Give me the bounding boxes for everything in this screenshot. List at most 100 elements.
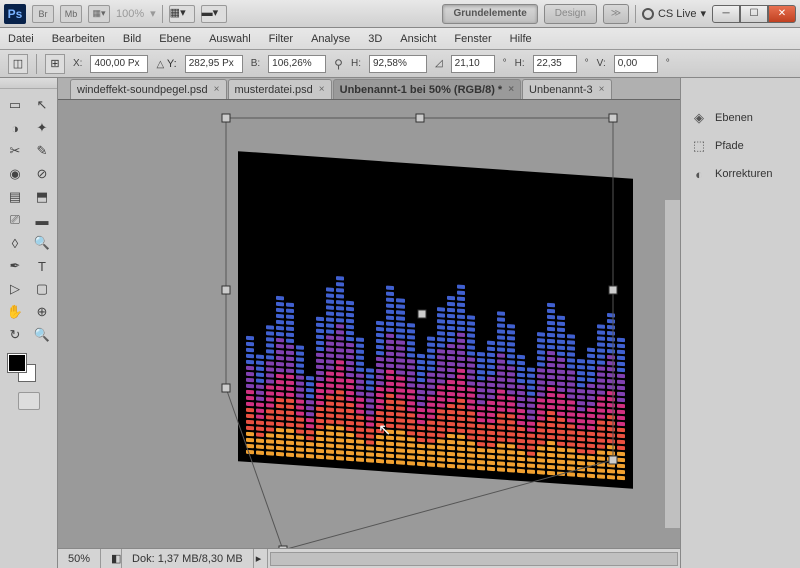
panel-icon: ◐	[691, 166, 707, 182]
status-arrow[interactable]: ▸	[254, 549, 268, 568]
tool-4[interactable]: ✂	[2, 140, 28, 162]
doc-tab-0[interactable]: windeffekt-soundpegel.psd×	[70, 79, 227, 99]
workspace-design[interactable]: Design	[544, 4, 597, 24]
v-label: V:	[597, 58, 606, 69]
panel-icon: ⬚	[691, 138, 707, 154]
horizontal-scrollbar[interactable]	[270, 552, 678, 566]
close-button[interactable]: ✕	[768, 5, 796, 23]
menu-bild[interactable]: Bild	[123, 33, 141, 45]
canvas-image	[238, 151, 633, 489]
menu-ansicht[interactable]: Ansicht	[400, 33, 436, 45]
menu-datei[interactable]: Datei	[8, 33, 34, 45]
tool-3[interactable]: ✦	[29, 117, 55, 139]
v-skew-field[interactable]: 0,00	[614, 55, 658, 73]
h-skew-field[interactable]: 22,35	[533, 55, 577, 73]
y-label: △ Y:	[156, 58, 176, 70]
menu-analyse[interactable]: Analyse	[311, 33, 350, 45]
menu-bearbeiten[interactable]: Bearbeiten	[52, 33, 105, 45]
close-tab-icon[interactable]: ×	[214, 84, 220, 95]
statusbar: 50% ◧ Dok: 1,37 MB/8,30 MB ▸	[58, 548, 680, 568]
maximize-button[interactable]: ☐	[740, 5, 768, 23]
tool-20[interactable]: ↻	[2, 324, 28, 346]
tool-8[interactable]: ▤	[2, 186, 28, 208]
x-field[interactable]: 400,00 Px	[90, 55, 148, 73]
reference-point-icon[interactable]: ⊞	[45, 54, 65, 74]
tool-0[interactable]: ▭	[2, 94, 28, 116]
angle-icon: ◿	[435, 58, 443, 69]
screenmode-button[interactable]: ▬▾	[201, 5, 227, 23]
menu-hilfe[interactable]: Hilfe	[510, 33, 532, 45]
document-area: windeffekt-soundpegel.psd×musterdatei.ps…	[58, 78, 680, 568]
tool-15[interactable]: T	[29, 255, 55, 277]
menu-filter[interactable]: Filter	[269, 33, 293, 45]
transform-tool-icon[interactable]: ◫	[8, 54, 28, 74]
tool-10[interactable]: ⎚	[2, 209, 28, 231]
panel-label: Korrekturen	[715, 168, 772, 180]
tool-1[interactable]: ↖	[29, 94, 55, 116]
tool-13[interactable]: 🔍	[29, 232, 55, 254]
color-swatches[interactable]	[2, 352, 55, 388]
minimize-button[interactable]: ─	[712, 5, 740, 23]
tool-16[interactable]: ▷	[2, 278, 28, 300]
status-icon[interactable]: ◧	[101, 549, 122, 568]
zoom-percent[interactable]: 100%	[116, 8, 144, 20]
right-panels: ◈ Ebenen ⬚ Pfade ◐ Korrekturen	[680, 78, 800, 568]
doc-tab-3[interactable]: Unbenannt-3×	[522, 79, 611, 99]
tool-18[interactable]: ✋	[2, 301, 28, 323]
titlebar: Ps Br Mb ▦▾ 100% ▾ ▦▾ ▬▾ Grundelemente D…	[0, 0, 800, 28]
app-logo[interactable]: Ps	[4, 4, 26, 24]
tool-5[interactable]: ✎	[29, 140, 55, 162]
y-field[interactable]: 282,95 Px	[185, 55, 243, 73]
w-label: B:	[251, 58, 260, 69]
view-extras-button[interactable]: ▦▾	[88, 5, 110, 23]
vertical-scrollbar[interactable]	[664, 200, 680, 528]
quickmask-button[interactable]	[18, 392, 40, 410]
h2-label: H:	[515, 58, 525, 69]
tool-6[interactable]: ◉	[2, 163, 28, 185]
panel-label: Ebenen	[715, 112, 753, 124]
menu-fenster[interactable]: Fenster	[454, 33, 491, 45]
tool-11[interactable]: ▬	[29, 209, 55, 231]
doc-tab-1[interactable]: musterdatei.psd×	[228, 79, 332, 99]
arrange-button[interactable]: ▦▾	[169, 5, 195, 23]
doc-tab-2[interactable]: Unbenannt-1 bei 50% (RGB/8) *×	[333, 79, 521, 99]
link-icon[interactable]: ⚲	[334, 57, 343, 71]
panel-icon: ◈	[691, 110, 707, 126]
angle-field[interactable]: 21,10	[451, 55, 495, 73]
close-tab-icon[interactable]: ×	[599, 84, 605, 95]
panel-label: Pfade	[715, 140, 744, 152]
tool-14[interactable]: ✒	[2, 255, 28, 277]
cursor-icon: ↖	[378, 420, 391, 440]
menu-ebene[interactable]: Ebene	[159, 33, 191, 45]
h-field[interactable]: 92,58%	[369, 55, 427, 73]
panel-pfade[interactable]: ⬚ Pfade	[681, 132, 800, 160]
foreground-color[interactable]	[8, 354, 26, 372]
menu-auswahl[interactable]: Auswahl	[209, 33, 251, 45]
document-tabs: windeffekt-soundpegel.psd×musterdatei.ps…	[58, 78, 680, 100]
tool-19[interactable]: ⊕	[29, 301, 55, 323]
tool-7[interactable]: ⊘	[29, 163, 55, 185]
x-label: X:	[73, 58, 82, 69]
tool-panel: ▭↖◑✦✂✎◉⊘▤⬒⎚▬◊🔍✒T▷▢✋⊕↻🔍	[0, 78, 58, 568]
status-docsize[interactable]: Dok: 1,37 MB/8,30 MB	[122, 549, 254, 568]
panel-ebenen[interactable]: ◈ Ebenen	[681, 104, 800, 132]
canvas[interactable]: ↖	[58, 100, 680, 548]
close-tab-icon[interactable]: ×	[508, 84, 514, 95]
status-zoom[interactable]: 50%	[58, 549, 101, 568]
tool-12[interactable]: ◊	[2, 232, 28, 254]
close-tab-icon[interactable]: ×	[319, 84, 325, 95]
workspace-more[interactable]: ≫	[603, 4, 629, 24]
menu-3d[interactable]: 3D	[368, 33, 382, 45]
cslive-button[interactable]: CS Live▾	[642, 7, 706, 20]
tool-21[interactable]: 🔍	[29, 324, 55, 346]
panel-korrekturen[interactable]: ◐ Korrekturen	[681, 160, 800, 188]
bridge-button[interactable]: Br	[32, 5, 54, 23]
minibridge-button[interactable]: Mb	[60, 5, 82, 23]
tool-9[interactable]: ⬒	[29, 186, 55, 208]
workspace-grundelemente[interactable]: Grundelemente	[442, 4, 537, 24]
cslive-icon	[642, 8, 654, 20]
tool-17[interactable]: ▢	[29, 278, 55, 300]
w-field[interactable]: 106,26%	[268, 55, 326, 73]
optionsbar: ◫ ⊞ X: 400,00 Px △ Y: 282,95 Px B: 106,2…	[0, 50, 800, 78]
tool-2[interactable]: ◑	[2, 117, 28, 139]
